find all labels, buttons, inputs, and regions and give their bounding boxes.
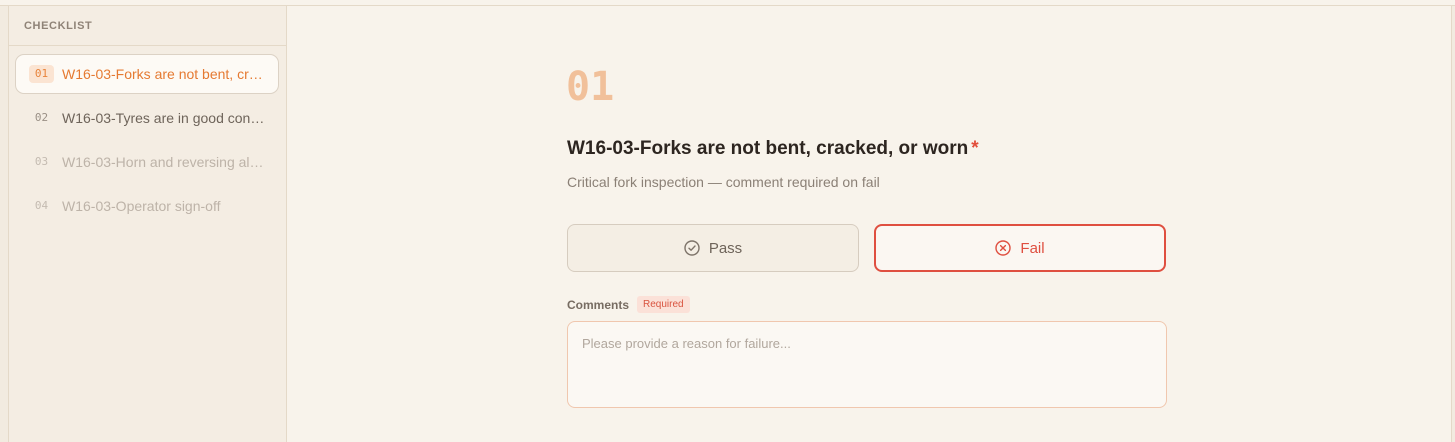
- comments-label: Comments: [567, 298, 630, 312]
- item-label: W16-03-Operator sign-off: [62, 198, 221, 214]
- item-number: 02: [34, 111, 49, 124]
- question-title-text: W16-03-Forks are not bent, cracked, or w…: [567, 138, 969, 159]
- item-label: W16-03-Horn and reversing alarm working: [62, 154, 268, 170]
- item-label: W16-03-Tyres are in good condition: [62, 110, 268, 126]
- question-number: 01: [566, 64, 615, 110]
- left-rail: [0, 6, 9, 442]
- sidebar-header: CHECKLIST: [9, 6, 286, 46]
- pass-label: Pass: [708, 239, 743, 257]
- checklist-sidebar: CHECKLIST 01 W16-03-Forks are not bent, …: [9, 6, 287, 442]
- fail-button[interactable]: Fail: [874, 224, 1166, 272]
- x-circle-icon: [995, 240, 1012, 256]
- item-label: W16-03-Forks are not bent, cracked, or w…: [62, 66, 268, 82]
- app-frame: CHECKLIST 01 W16-03-Forks are not bent, …: [0, 0, 1455, 442]
- check-circle-icon: [684, 240, 700, 256]
- checklist-item-03[interactable]: 03 W16-03-Horn and reversing alarm worki…: [15, 142, 279, 182]
- checklist-item-04[interactable]: 04 W16-03-Operator sign-off: [15, 186, 279, 226]
- question-panel: 01 W16-03-Forks are not bent, cracked, o…: [288, 6, 1451, 442]
- right-rail: [1451, 6, 1455, 442]
- checklist-items: 01 W16-03-Forks are not bent, cracked, o…: [9, 46, 286, 226]
- pass-button[interactable]: Pass: [567, 224, 859, 272]
- comments-textarea[interactable]: [567, 321, 1167, 408]
- required-asterisk: *: [971, 138, 979, 159]
- checklist-item-01[interactable]: 01 W16-03-Forks are not bent, cracked, o…: [15, 54, 279, 94]
- question-title: W16-03-Forks are not bent, cracked, or w…: [567, 138, 979, 160]
- question-description: Critical fork inspection — comment requi…: [567, 174, 880, 190]
- checklist-item-02[interactable]: 02 W16-03-Tyres are in good condition: [15, 98, 279, 138]
- item-number: 03: [34, 155, 49, 168]
- required-badge: Required: [637, 296, 690, 313]
- item-number: 04: [34, 199, 49, 212]
- fail-label: Fail: [1020, 239, 1045, 257]
- item-number: 01: [29, 65, 54, 83]
